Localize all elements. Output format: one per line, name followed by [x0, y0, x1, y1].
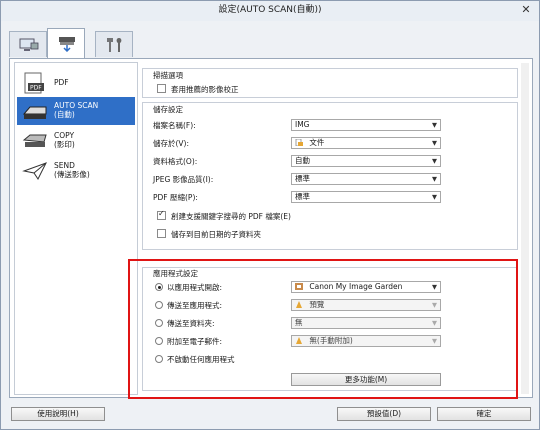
- save-settings-group: 儲存設定 檔案名稱(F): IMG ▼ 儲存於(V): 文件 ▼ 資料格式(O)…: [142, 102, 518, 250]
- ok-button[interactable]: 確定: [437, 407, 531, 421]
- chevron-down-icon: ▼: [432, 193, 437, 201]
- scanner-icon: [59, 37, 75, 52]
- sidebar-item-label: SEND (傳送影像): [54, 161, 90, 179]
- apply-correction-checkbox[interactable]: [157, 84, 166, 93]
- apply-correction-label: 套用推薦的影像校正: [171, 85, 239, 94]
- pdf-compression-select[interactable]: 標準 ▼: [291, 191, 441, 203]
- close-button[interactable]: ✕: [519, 4, 533, 17]
- svg-text:PDF: PDF: [30, 85, 42, 92]
- file-name-value: IMG: [295, 120, 310, 129]
- tab-general-settings[interactable]: [95, 31, 133, 57]
- data-format-label: 資料格式(O):: [153, 157, 198, 166]
- copy-icon: [22, 134, 47, 147]
- chevron-down-icon: ▼: [432, 121, 437, 129]
- send-icon: [22, 162, 48, 180]
- window-title: 設定(AUTO SCAN(自動)): [218, 5, 322, 15]
- save-in-select[interactable]: 文件 ▼: [291, 137, 441, 149]
- chevron-down-icon: ▼: [432, 175, 437, 183]
- chevron-down-icon: ▼: [432, 157, 437, 165]
- pdf-compression-value: 標準: [295, 192, 310, 201]
- close-icon: ✕: [521, 3, 531, 16]
- sidebar-item-label: PDF: [54, 78, 69, 87]
- sidebar-item-pdf[interactable]: PDF PDF: [17, 69, 135, 97]
- tab-scan-from-operation-panel[interactable]: [47, 28, 85, 58]
- group-title: 儲存設定: [153, 105, 183, 114]
- jpeg-quality-value: 標準: [295, 174, 310, 183]
- searchable-pdf-checkbox[interactable]: [157, 209, 166, 220]
- defaults-button[interactable]: 預設值(D): [337, 407, 431, 421]
- computer-scan-icon: [19, 38, 39, 51]
- title-bar: 設定(AUTO SCAN(自動)) ✕: [1, 1, 539, 21]
- group-title: 掃描選項: [153, 71, 183, 80]
- save-in-value: 文件: [309, 138, 325, 147]
- scrollbar[interactable]: [521, 63, 529, 394]
- sidebar-item-label: COPY (影印): [54, 131, 75, 149]
- sidebar-item-copy[interactable]: COPY (影印): [17, 127, 135, 155]
- date-subfolder-label: 儲存到目前日期的子資料夾: [171, 230, 261, 239]
- settings-window: 設定(AUTO SCAN(自動)) ✕ PDF PDF AUTO SCAN (自…: [0, 0, 540, 430]
- help-button[interactable]: 使用說明(H): [11, 407, 105, 421]
- save-in-label: 儲存於(V):: [153, 139, 190, 148]
- scanner-auto-icon: [22, 106, 47, 119]
- documents-folder-icon: [295, 139, 303, 146]
- data-format-value: 自動: [295, 156, 310, 165]
- pdf-compression-label: PDF 壓縮(P):: [153, 193, 198, 202]
- tools-icon: [107, 38, 122, 52]
- searchable-pdf-label: 創建支援關鍵字搜尋的 PDF 檔案(E): [171, 212, 291, 221]
- sidebar-item-auto-scan[interactable]: AUTO SCAN (自動): [17, 97, 135, 125]
- file-name-label: 檔案名稱(F):: [153, 121, 196, 130]
- sidebar-item-label: AUTO SCAN (自動): [54, 101, 99, 119]
- tab-scan-from-computer[interactable]: [9, 31, 47, 57]
- scan-options-group: 掃描選項 套用推薦的影像校正: [142, 68, 518, 98]
- application-settings-highlight: [128, 259, 518, 399]
- data-format-select[interactable]: 自動 ▼: [291, 155, 441, 167]
- jpeg-quality-label: JPEG 影像品質(I):: [153, 175, 214, 184]
- chevron-down-icon: ▼: [432, 139, 437, 147]
- sidebar-item-send[interactable]: SEND (傳送影像): [17, 157, 135, 185]
- jpeg-quality-select[interactable]: 標準 ▼: [291, 173, 441, 185]
- file-name-select[interactable]: IMG ▼: [291, 119, 441, 131]
- pdf-icon: PDF: [24, 72, 44, 94]
- sidebar: PDF PDF AUTO SCAN (自動) COPY (影印) SEND (傳…: [14, 62, 138, 395]
- date-subfolder-checkbox[interactable]: [157, 229, 166, 238]
